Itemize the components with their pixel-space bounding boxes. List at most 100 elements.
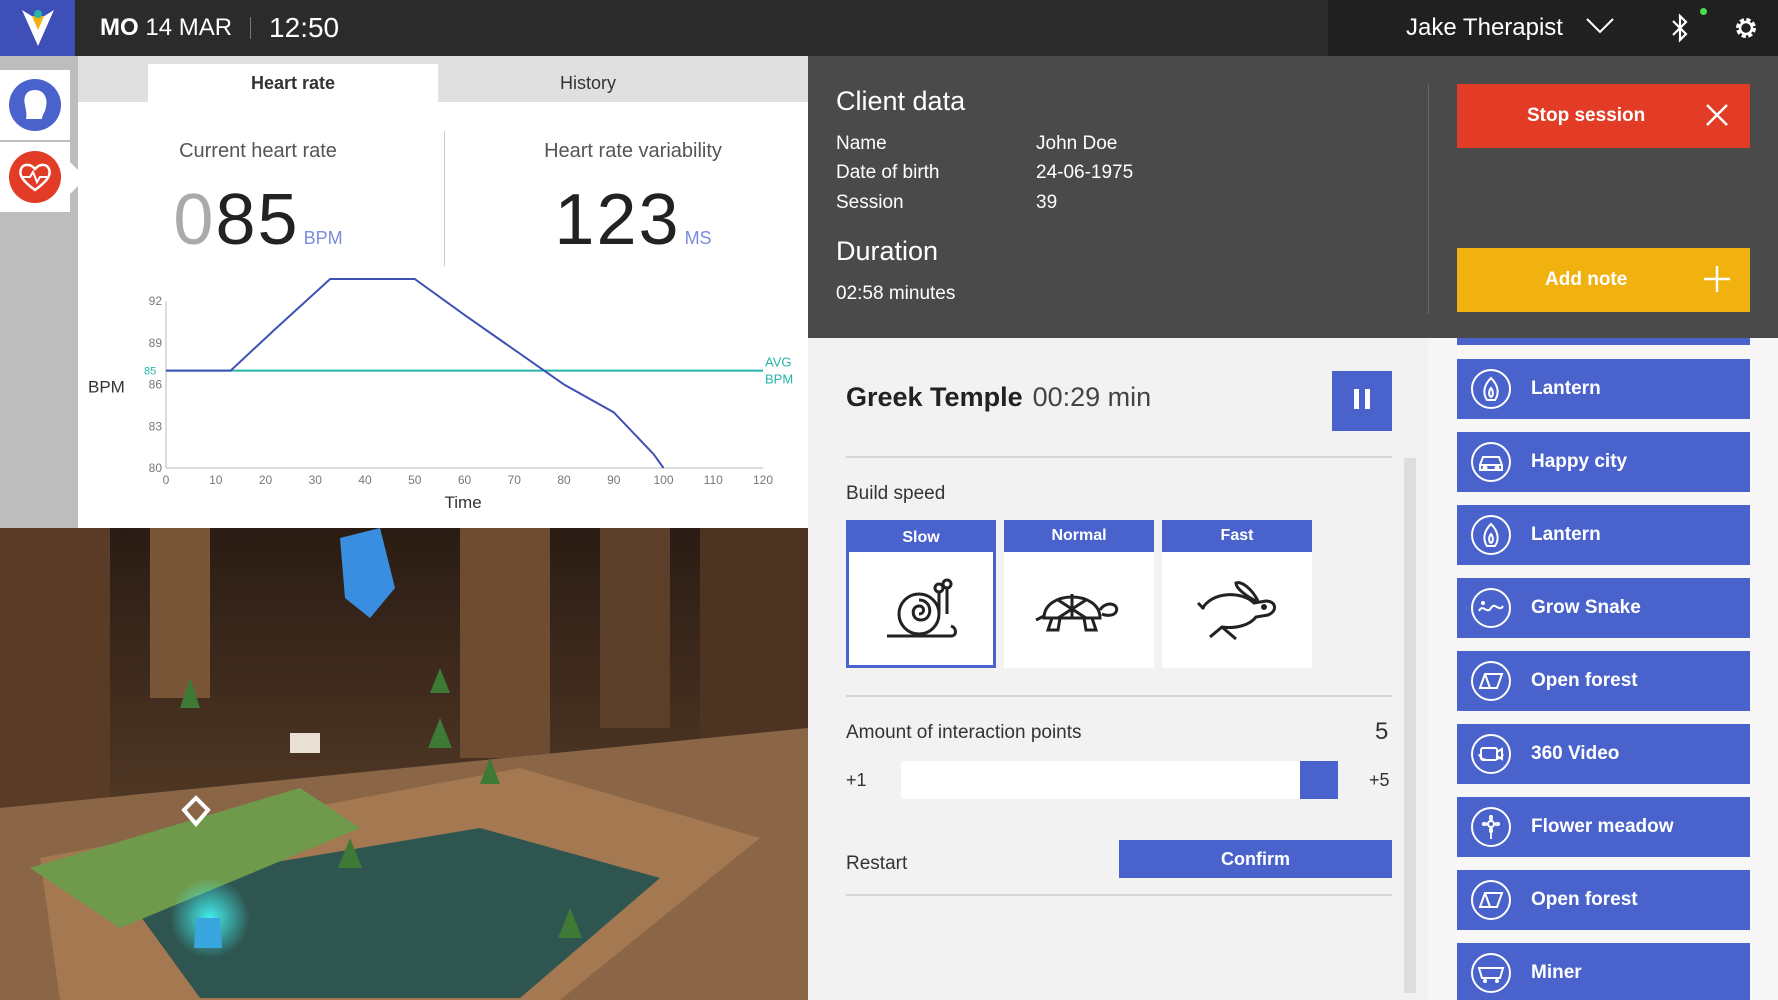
client-divider	[1428, 84, 1429, 314]
avg-bpm-value-label: 85	[144, 366, 156, 378]
speed-option-label: Normal	[1004, 520, 1154, 552]
interaction-points-value: 5	[1375, 718, 1389, 745]
y-tick-label: 92	[149, 294, 163, 308]
metric-divider	[444, 131, 445, 266]
video-360-icon	[1471, 734, 1511, 774]
gear-icon[interactable]	[1732, 14, 1760, 47]
confirm-button[interactable]: Confirm	[1119, 840, 1392, 878]
speed-option-fast[interactable]: Fast	[1162, 520, 1312, 668]
avg-bpm-label: BPM	[765, 372, 793, 387]
scene-list-item[interactable]: 360 Video	[1457, 724, 1750, 784]
current-heart-rate: Current heart rate 085 BPM	[128, 140, 388, 261]
rabbit-icon	[1162, 552, 1312, 664]
scene-list-item[interactable]: Miner	[1457, 943, 1750, 1000]
duration-value: 02:58 minutes	[836, 283, 956, 304]
lantern-icon	[1471, 369, 1511, 409]
scene-list-item[interactable]: Lantern	[1457, 505, 1750, 565]
speed-option-slow[interactable]: Slow	[846, 520, 996, 668]
interaction-points-label: Amount of interaction points	[846, 722, 1082, 743]
chevron-down-icon[interactable]	[1585, 17, 1615, 40]
app-logo	[0, 0, 75, 56]
x-tick-label: 50	[408, 473, 422, 487]
lantern-icon	[1471, 515, 1511, 555]
slider-thumb[interactable]	[1300, 761, 1338, 799]
scene-settings-panel: Greek Temple 00:29 min Build speed Slow N…	[808, 338, 1428, 1000]
scene-list-item-label: 360 Video	[1531, 743, 1620, 764]
tab-history[interactable]: History	[438, 64, 738, 102]
x-tick-label: 110	[704, 473, 723, 487]
scene-list-item[interactable]: Flower meadow	[1457, 797, 1750, 857]
build-speed-label: Build speed	[846, 483, 946, 504]
settings-scrollbar[interactable]	[1404, 458, 1416, 993]
stop-session-button[interactable]: Stop session	[1457, 84, 1750, 148]
rail-client-button[interactable]	[0, 70, 70, 140]
connection-status-dot	[1700, 8, 1707, 15]
speed-option-label: Fast	[1162, 520, 1312, 552]
current-heart-rate-label: Current heart rate	[179, 140, 337, 162]
scene-list-item-label: Open forest	[1531, 889, 1638, 910]
restart-label: Restart	[846, 853, 908, 874]
pause-button[interactable]	[1332, 371, 1392, 431]
x-tick-label: 20	[259, 473, 273, 487]
x-axis-title: Time	[445, 493, 482, 512]
slider-max-label: +5	[1369, 770, 1390, 790]
y-axis-title: BPM	[88, 378, 125, 397]
x-tick-label: 10	[209, 473, 223, 487]
scene-title: Greek Temple 00:29 min	[846, 382, 1152, 412]
heart-pulse-icon	[9, 151, 61, 203]
scene-preview	[0, 528, 808, 1000]
close-icon	[1704, 102, 1730, 134]
scene-list-item[interactable]: Lantern	[1457, 359, 1750, 419]
user-menu[interactable]: Jake Therapist	[1328, 0, 1778, 56]
divider	[846, 456, 1392, 458]
y-tick-label: 80	[149, 461, 163, 475]
user-name: Jake Therapist	[1406, 14, 1563, 41]
hrv-label: Heart rate variability	[544, 140, 722, 162]
left-rail	[0, 56, 86, 528]
x-tick-label: 80	[557, 473, 571, 487]
heart-rate-chart: 0 10 20 30 40 50 60 70 80 90 100 110 120 80 83 86 89 92 Ti…	[88, 278, 793, 512]
date-time: MO 14 MAR 12:50	[100, 0, 339, 56]
add-note-button[interactable]: Add note	[1457, 248, 1750, 312]
divider	[846, 894, 1392, 896]
scene-list-item-label: Grow Snake	[1531, 597, 1641, 618]
client-dob-row: Date of birth 24-06-1975	[836, 162, 1134, 183]
bluetooth-icon[interactable]	[1670, 12, 1690, 49]
speed-option-label: Slow	[849, 523, 993, 552]
rail-heart-rate-button[interactable]	[0, 142, 70, 212]
heart-rate-panel: Heart rate History Current heart rate 08…	[78, 56, 808, 528]
interaction-points-slider[interactable]	[901, 761, 1338, 799]
top-bar: MO 14 MAR 12:50 Jake Therapist	[0, 0, 1778, 56]
pause-icon	[1352, 388, 1372, 415]
x-tick-label: 40	[358, 473, 372, 487]
cart-icon	[1471, 953, 1511, 993]
scene-list-item-partial[interactable]	[1457, 338, 1750, 345]
speed-option-normal[interactable]: Normal	[1004, 520, 1154, 668]
scene-list: Lantern Happy city Lantern Grow Snake Open f…	[1428, 338, 1778, 1000]
y-tick-label: 83	[149, 419, 163, 433]
scene-list-item-label: Miner	[1531, 962, 1582, 983]
heart-rate-variability: Heart rate variability 123 MS	[498, 140, 768, 261]
duration-title: Duration	[836, 236, 939, 266]
tab-heart-rate[interactable]: Heart rate	[148, 64, 438, 102]
divider	[846, 695, 1392, 697]
x-tick-label: 120	[753, 473, 773, 487]
scene-list-item-label: Lantern	[1531, 524, 1601, 545]
heart-rate-series-line	[166, 278, 665, 469]
scene-list-item[interactable]: Happy city	[1457, 432, 1750, 492]
snail-icon	[849, 552, 993, 664]
avg-bpm-label: AVG	[765, 355, 792, 370]
scene-list-item[interactable]: Grow Snake	[1457, 578, 1750, 638]
date-divider	[250, 17, 252, 39]
forest-icon	[1471, 880, 1511, 920]
x-tick-label: 30	[309, 473, 323, 487]
x-tick-label: 100	[653, 473, 673, 487]
scene-list-item-label: Happy city	[1531, 451, 1628, 472]
scene-list-item-label: Lantern	[1531, 378, 1601, 399]
scene-list-item[interactable]: Open forest	[1457, 870, 1750, 930]
x-tick-label: 90	[607, 473, 621, 487]
car-icon	[1471, 442, 1511, 482]
scene-list-item[interactable]: Open forest	[1457, 651, 1750, 711]
client-data-title: Client data	[836, 86, 966, 116]
client-name-row: Name John Doe	[836, 133, 1118, 154]
